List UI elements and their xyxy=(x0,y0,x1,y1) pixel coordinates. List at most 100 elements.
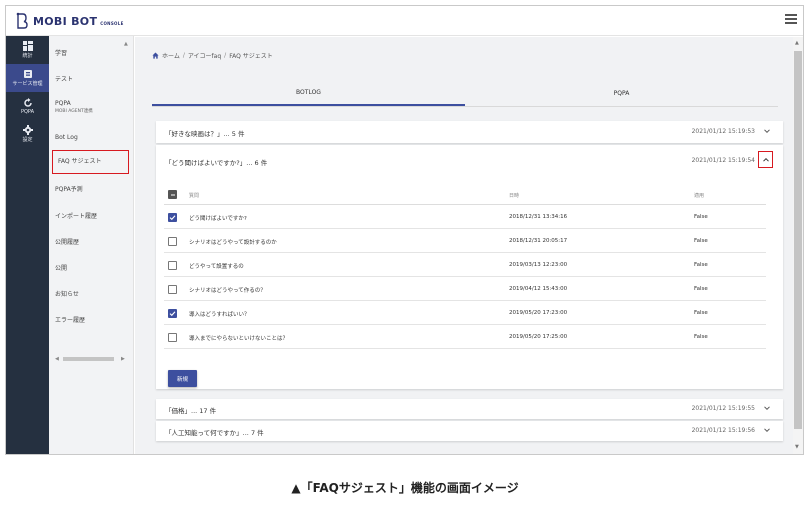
sidebar-item-publish[interactable]: 公開 xyxy=(55,265,67,273)
table-row[interactable]: 導入はどうすればいい？ 2019/05/20 17:23:00 False xyxy=(164,301,766,325)
row-apply: False xyxy=(694,262,708,268)
row-date: 2019/04/12 15:43:00 xyxy=(509,286,568,292)
icon-sidebar: 統計 サービス管理 PQPA 設定 xyxy=(6,36,49,454)
row-date: 2018/12/31 13:34:16 xyxy=(509,214,568,220)
nav-stats-label: 統計 xyxy=(22,53,33,59)
scroll-thumb[interactable] xyxy=(63,357,114,361)
hamburger-icon[interactable] xyxy=(785,14,797,26)
row-question: 導入はどうすればいい？ xyxy=(189,312,250,318)
gear-icon xyxy=(22,125,33,135)
row-apply: False xyxy=(694,214,708,220)
row-checkbox[interactable] xyxy=(168,237,177,246)
row-checkbox[interactable] xyxy=(168,261,177,270)
sidebar-item-faq-suggest[interactable]: FAQ サジェスト xyxy=(52,150,129,174)
panel-header[interactable]: 「どう聞けばよいですか?」... 6 件 2021/01/12 15:19:54 xyxy=(156,145,783,175)
sidebar-hscrollbar[interactable]: ◀ ▶ xyxy=(55,356,127,362)
row-checkbox[interactable] xyxy=(168,333,177,342)
dashboard-icon xyxy=(22,41,33,51)
sidebar-item-news[interactable]: お知らせ xyxy=(55,291,79,299)
panel-header[interactable]: 「人工知能って何ですか」... 7 件 2021/01/12 15:19:56 xyxy=(156,421,783,441)
expansion-panel[interactable]: 「人工知能って何ですか」... 7 件 2021/01/12 15:19:56 xyxy=(156,421,783,441)
select-all-checkbox[interactable] xyxy=(168,190,177,199)
sidebar-item-pqpa[interactable]: PQPA MOBI AGENT連携 xyxy=(55,100,93,116)
table-row[interactable]: 導入までにやらないといけないことは？ 2019/05/20 17:25:00 F… xyxy=(164,325,766,349)
faq-table: 質問 日時 適用 どう聞けばよいですか? 2018/12/31 13:34:16… xyxy=(164,185,766,349)
nav-stats[interactable]: 統計 xyxy=(6,36,49,64)
panel-title: 「価格」... 17 件 xyxy=(165,407,217,415)
chevron-down-icon[interactable] xyxy=(763,127,771,135)
expansion-panel-open[interactable]: 「どう聞けばよいですか?」... 6 件 2021/01/12 15:19:54… xyxy=(156,145,783,389)
tab-pqpa[interactable]: PQPA xyxy=(465,81,778,106)
expansion-panel[interactable]: 「価格」... 17 件 2021/01/12 15:19:55 xyxy=(156,399,783,419)
scroll-thumb[interactable] xyxy=(794,51,802,429)
chevron-up-icon xyxy=(762,157,769,162)
nav-pqpa-label: PQPA xyxy=(20,108,35,115)
panel-date: 2021/01/12 15:19:56 xyxy=(691,427,755,434)
row-checkbox[interactable] xyxy=(168,213,177,222)
column-header-date[interactable]: 日時 xyxy=(509,192,519,199)
collapse-button[interactable] xyxy=(758,151,773,168)
row-checkbox[interactable] xyxy=(168,285,177,294)
scroll-right-arrow-icon[interactable]: ▶ xyxy=(121,356,125,362)
sidebar-item-test[interactable]: テスト xyxy=(55,76,73,84)
chevron-down-icon[interactable] xyxy=(763,404,771,412)
scroll-left-arrow-icon[interactable]: ◀ xyxy=(55,356,59,362)
table-header-row: 質問 日時 適用 xyxy=(164,185,766,205)
nav-settings-label: 設定 xyxy=(22,137,33,143)
breadcrumb-project[interactable]: アイコーfaq xyxy=(188,51,221,60)
minus-icon xyxy=(170,194,175,195)
scroll-up-arrow-icon[interactable]: ▲ xyxy=(795,40,799,46)
row-date: 2019/05/20 17:23:00 xyxy=(509,310,568,316)
chevron-down-icon[interactable] xyxy=(763,426,771,434)
main-vscrollbar[interactable]: ▲ ▼ xyxy=(793,37,803,454)
table-row[interactable]: どう聞けばよいですか? 2018/12/31 13:34:16 False xyxy=(164,205,766,229)
column-header-question[interactable]: 質問 xyxy=(189,192,199,199)
logo[interactable]: MOBI BOT CONSOLE xyxy=(15,11,124,31)
row-apply: False xyxy=(694,310,708,316)
row-checkbox[interactable] xyxy=(168,309,177,318)
scroll-down-arrow-icon[interactable]: ▼ xyxy=(795,444,799,450)
brand-name: MOBI BOT xyxy=(33,14,98,28)
tab-botlog[interactable]: BOTLOG xyxy=(152,81,465,106)
row-apply: False xyxy=(694,334,708,340)
check-icon xyxy=(169,215,176,221)
row-date: 2018/12/31 20:05:17 xyxy=(509,238,568,244)
sidebar-item-learning[interactable]: 学習 xyxy=(55,50,67,58)
breadcrumb-home[interactable]: ホーム xyxy=(162,51,180,60)
breadcrumb: ホーム / アイコーfaq / FAQ サジェスト xyxy=(152,51,273,60)
nav-service-label: サービス管理 xyxy=(12,81,43,87)
sidebar-item-botlog[interactable]: Bot Log xyxy=(55,134,78,142)
home-icon[interactable] xyxy=(152,52,159,59)
figure-caption: ▲「FAQサジェスト」機能の画面イメージ xyxy=(291,481,519,495)
panel-header[interactable]: 「価格」... 17 件 2021/01/12 15:19:55 xyxy=(156,399,783,419)
new-button[interactable]: 新規 xyxy=(168,370,197,387)
service-icon xyxy=(23,70,32,78)
table-row[interactable]: シナリオはどうやって設計するのか 2018/12/31 20:05:17 Fal… xyxy=(164,229,766,253)
panel-title: 「好きな映画は？」... 5 件 xyxy=(165,130,245,138)
scroll-up-arrow-icon[interactable]: ▲ xyxy=(124,41,128,47)
sidebar-item-pqpa-forecast[interactable]: PQPA予測 xyxy=(55,186,83,194)
sidebar-item-error-history[interactable]: エラー履歴 xyxy=(55,317,85,325)
row-question: どうやって設置するの xyxy=(189,264,244,270)
nav-pqpa[interactable]: PQPA xyxy=(6,92,49,120)
nav-service-management[interactable]: サービス管理 xyxy=(6,64,49,92)
sidebar-item-import-history[interactable]: インポート履歴 xyxy=(55,213,97,221)
brand-suffix: CONSOLE xyxy=(100,20,124,26)
panel-header[interactable]: 「好きな映画は？」... 5 件 2021/01/12 15:19:53 xyxy=(156,121,783,143)
row-question: シナリオはどうやって作るの？ xyxy=(189,288,266,294)
logo-icon xyxy=(16,12,28,29)
table-row[interactable]: どうやって設置するの 2019/03/13 12:23:00 False xyxy=(164,253,766,277)
row-date: 2019/03/13 12:23:00 xyxy=(509,262,568,268)
nav-settings[interactable]: 設定 xyxy=(6,120,49,148)
tab-bar: BOTLOG PQPA xyxy=(152,81,778,106)
row-question: 導入までにやらないといけないことは？ xyxy=(189,336,289,342)
column-header-apply[interactable]: 適用 xyxy=(694,192,704,199)
row-question: シナリオはどうやって設計するのか xyxy=(189,240,277,246)
expansion-panel[interactable]: 「好きな映画は？」... 5 件 2021/01/12 15:19:53 xyxy=(156,121,783,143)
check-icon xyxy=(169,311,176,317)
table-row[interactable]: シナリオはどうやって作るの？ 2019/04/12 15:43:00 False xyxy=(164,277,766,301)
sidebar-item-publish-history[interactable]: 公開履歴 xyxy=(55,239,79,247)
tab-divider xyxy=(152,106,778,107)
sidebar-item-pqpa-sub: MOBI AGENT連携 xyxy=(55,109,93,114)
row-apply: False xyxy=(694,238,708,244)
